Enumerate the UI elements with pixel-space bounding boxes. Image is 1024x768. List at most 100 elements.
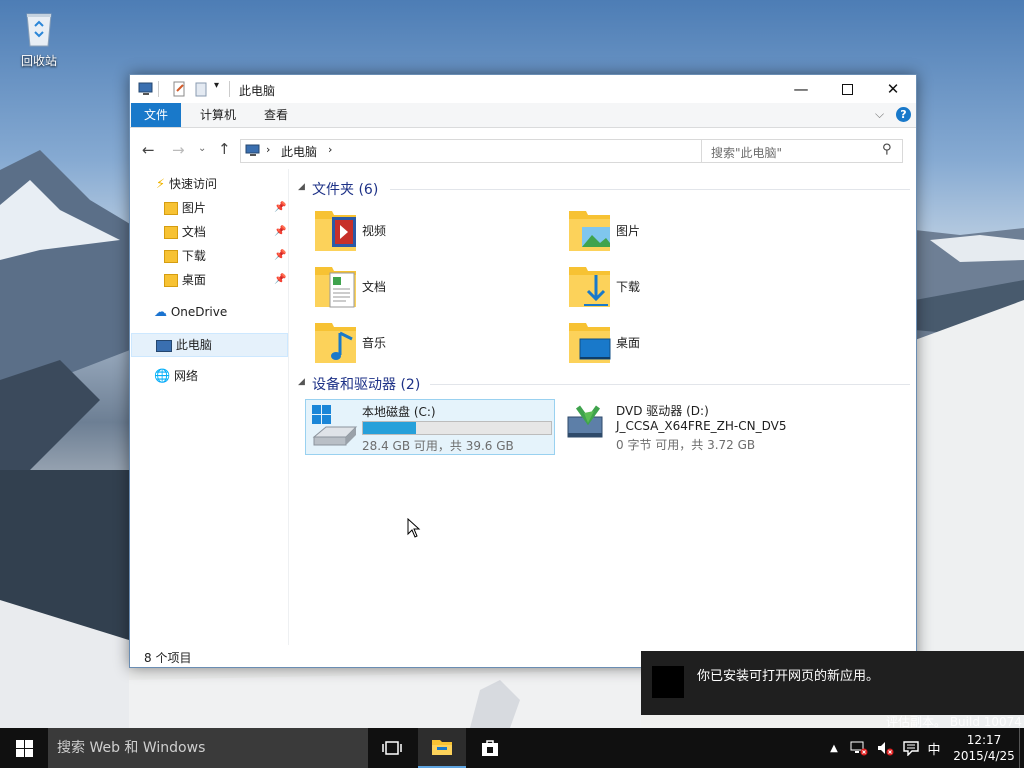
search-icon: ⚲ [882, 142, 892, 157]
new-folder-icon[interactable] [193, 81, 209, 100]
tab-computer[interactable]: 计算机 [187, 103, 249, 127]
pin-icon[interactable]: 📌 [274, 245, 286, 267]
nav-quick-access[interactable]: ⚡ 快速访问 [156, 173, 217, 195]
folder-downloads[interactable]: 下载 [566, 261, 816, 311]
clock[interactable]: 12:17 2015/4/25 [948, 728, 1020, 768]
group-header-drives[interactable]: 设备和驱动器 (2) [312, 374, 420, 394]
taskbar-store[interactable] [466, 728, 514, 768]
pictures-folder-icon [164, 202, 178, 215]
folder-pictures[interactable]: 图片 [566, 205, 816, 255]
taskbar: 搜索 Web 和 Windows ▲ 中 12:17 2015/4/25 [0, 728, 1024, 768]
close-button[interactable]: ✕ [870, 75, 916, 103]
content-pane: ◢ 文件夹 (6) 视频 图片 文档 下载 音乐 桌面 ◢ 设备和驱动器 (2)… [290, 169, 916, 645]
show-hidden-icons-button[interactable]: ▲ [826, 728, 842, 768]
folder-music[interactable]: 音乐 [312, 317, 562, 367]
customize-toolbar-dropdown-icon[interactable]: ▾ [214, 80, 219, 91]
pin-icon[interactable]: 📌 [274, 269, 286, 291]
nav-this-pc[interactable]: 此电脑 [131, 333, 288, 357]
store-icon [482, 740, 498, 756]
help-icon[interactable]: ? [896, 107, 911, 122]
nav-pinned-desktop[interactable]: 桌面 📌 [164, 269, 288, 291]
nav-onedrive-label: OneDrive [170, 305, 228, 319]
folder-videos[interactable]: 视频 [312, 205, 562, 255]
nav-pinned-documents[interactable]: 文档 📌 [164, 221, 288, 243]
group-header-folders[interactable]: 文件夹 (6) [312, 179, 378, 199]
drive-c-usage-bar [362, 421, 552, 435]
drive-d[interactable]: DVD 驱动器 (D:) J_CCSA_X64FRE_ZH-CN_DV5 0 字… [560, 399, 820, 453]
nav-network[interactable]: 🌐 网络 [154, 365, 198, 387]
nav-this-pc-label: 此电脑 [175, 338, 212, 352]
action-center-icon[interactable] [900, 728, 922, 768]
collapse-group-icon[interactable]: ◢ [298, 377, 305, 387]
clock-date: 2015/4/25 [953, 749, 1015, 763]
desktop-folder-icon [164, 274, 178, 287]
folder-label: 视频 [362, 224, 387, 238]
music-folder-icon [315, 323, 356, 363]
nav-quick-access-label: 快速访问 [168, 177, 217, 191]
folder-documents[interactable]: 文档 [312, 261, 562, 311]
downloads-folder-icon [164, 250, 178, 263]
task-view-button[interactable] [368, 728, 416, 768]
nav-pinned-label: 图片 [181, 201, 206, 215]
folder-label: 下载 [616, 280, 641, 294]
minimize-button[interactable]: — [778, 75, 824, 103]
item-count: 8 个项目 [144, 651, 192, 665]
nav-pinned-pictures[interactable]: 图片 📌 [164, 197, 288, 219]
maximize-button[interactable] [824, 75, 870, 103]
navigation-bar: ← → ⌄ ↑ › 此电脑 › ⌵ ↻ 搜索"此电脑" ⚲ [130, 128, 916, 168]
folder-label: 音乐 [362, 336, 387, 350]
computer-icon [245, 143, 261, 161]
close-icon: ✕ [886, 80, 900, 98]
dvd-drive-icon [567, 405, 603, 438]
lightning-icon: ⚡ [156, 177, 166, 192]
notification-toast[interactable]: 你已安装可打开网页的新应用。 [641, 651, 1024, 715]
computer-icon [138, 81, 154, 100]
drive-c-usage-fill [363, 422, 416, 434]
breadcrumb-separator[interactable]: › [266, 143, 270, 156]
documents-folder-icon [164, 226, 178, 239]
up-arrow-icon[interactable]: ↑ [218, 140, 231, 158]
nav-pinned-downloads[interactable]: 下载 📌 [164, 245, 288, 267]
drive-d-name: DVD 驱动器 (D:) [616, 404, 709, 418]
network-status-icon[interactable] [848, 728, 870, 768]
downloads-folder-icon [569, 267, 610, 307]
desktop-icon-recycle-bin[interactable]: 回收站 [12, 8, 66, 69]
search-input[interactable]: 搜索"此电脑" ⚲ [701, 139, 903, 163]
title-bar[interactable]: ▾ 此电脑 — ✕ [130, 75, 916, 103]
ribbon-tabs: 文件 计算机 查看 ⌵ ? [130, 103, 916, 128]
tab-file[interactable]: 文件 [131, 103, 182, 127]
toast-message: 你已安装可打开网页的新应用。 [697, 669, 880, 684]
drive-c[interactable]: 本地磁盘 (C:) 28.4 GB 可用，共 39.6 GB [305, 399, 555, 455]
start-button[interactable] [0, 728, 48, 768]
back-arrow-icon[interactable]: ← [142, 141, 155, 159]
folder-label: 桌面 [616, 336, 641, 350]
collapse-group-icon[interactable]: ◢ [298, 182, 305, 192]
taskbar-search-box[interactable]: 搜索 Web 和 Windows [48, 728, 368, 768]
input-method-indicator[interactable]: 中 [924, 728, 944, 768]
expand-ribbon-icon[interactable]: ⌵ [875, 107, 884, 122]
address-bar[interactable]: › 此电脑 › ⌵ [240, 139, 780, 163]
show-desktop-button[interactable] [1019, 728, 1024, 768]
pin-icon[interactable]: 📌 [274, 221, 286, 243]
breadcrumb-this-pc[interactable]: 此电脑 [281, 143, 317, 160]
forward-arrow-icon[interactable]: → [172, 141, 185, 159]
search-placeholder: 搜索"此电脑" [711, 146, 783, 160]
breadcrumb-separator[interactable]: › [328, 143, 332, 156]
drive-c-name: 本地磁盘 (C:) [362, 405, 436, 419]
desktop-folder-icon [569, 323, 611, 363]
folder-desktop[interactable]: 桌面 [566, 317, 816, 367]
videos-folder-icon [315, 211, 356, 251]
mouse-cursor-icon [407, 518, 421, 538]
recent-locations-icon[interactable]: ⌄ [198, 143, 206, 154]
computer-icon [156, 339, 172, 352]
drive-c-free-space: 28.4 GB 可用，共 39.6 GB [362, 439, 514, 453]
volume-muted-icon[interactable] [874, 728, 896, 768]
pin-icon[interactable]: 📌 [274, 197, 286, 219]
properties-icon[interactable] [171, 81, 187, 100]
taskbar-file-explorer[interactable] [418, 728, 466, 768]
tab-view[interactable]: 查看 [251, 103, 301, 127]
maximize-icon [841, 83, 853, 95]
minimize-icon: — [793, 80, 809, 98]
navigation-pane: ⚡ 快速访问 图片 📌 文档 📌 下载 📌 桌面 📌 ☁ OneDrive 此电… [130, 169, 289, 645]
nav-onedrive[interactable]: ☁ OneDrive [154, 301, 227, 323]
